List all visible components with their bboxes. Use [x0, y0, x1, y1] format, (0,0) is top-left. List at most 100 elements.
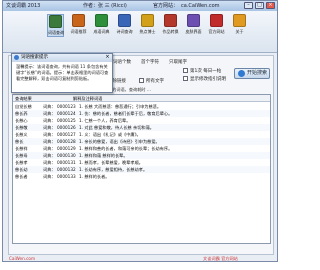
cell-pinyin: 词典：	[43, 104, 56, 109]
poem-icon	[118, 14, 131, 27]
search-tip-dialog: 词语搜索提示 × 温馨提示：该词语查询，共有词语 11 条包含有关键字“长慈”的…	[11, 53, 113, 93]
table-row[interactable]: 长慈孝 词典： 0000131 1. 慈而孝，长辈慈爱，晚辈孝顺。	[13, 159, 270, 166]
header-desc[interactable]: 解释及注释词语	[73, 95, 102, 102]
about-icon	[233, 14, 246, 27]
cell-word: 慈长幼	[15, 167, 28, 172]
table-row[interactable]: 长慈祥 词典： 0000129 1. 慈祥和善的长者，和蔼可亲的长辈；长幼有序。	[13, 145, 270, 152]
cell-id: 0000133	[57, 174, 76, 179]
cell-id: 0000127	[57, 132, 76, 137]
title-bar[interactable]: 文谈词霸 2013 作者：张 三 (Ricci) 官方网站： ca.CaiWen…	[3, 1, 277, 11]
toolbar-button-6[interactable]: 作品转换	[162, 14, 179, 35]
toolbar-label: 官方网站	[208, 29, 225, 34]
start-search-label: 开始搜索	[247, 70, 268, 76]
results-table: 查询结果 解释及注释词语 自觉长慈 词典： 0000123 1. 长慈 大而慈悲：慈悲…	[12, 94, 271, 244]
cell-pinyin: 词典：	[43, 111, 56, 116]
site-label: 官方网站：	[153, 3, 179, 9]
check-daily-label: 第1次 每日一帖	[190, 69, 222, 74]
table-row[interactable]: 慈长 词典： 0000128 1. 亲长的慈爱，语出《诗经》引申为慈爱。	[13, 138, 270, 145]
first-option[interactable]: 首个字符	[141, 59, 159, 65]
toolbar-button-4[interactable]: 诗词查询	[116, 14, 133, 35]
cell-pinyin: 词典：	[43, 132, 56, 137]
cell-desc: 1. 长慈 大而慈悲：慈悲通行；引申为慈悲。	[79, 104, 162, 109]
dictionary-icon	[49, 15, 62, 28]
check-daily[interactable]	[183, 68, 188, 73]
website-icon	[210, 14, 223, 27]
cell-desc: 1. 伤：慈的长者，慈者们长辈于后，敬育后辈心。	[79, 111, 173, 116]
toolbar-button-1[interactable]: 词语查询	[47, 14, 64, 37]
cell-pinyin: 词典：	[43, 153, 56, 158]
chars-option[interactable]: 词语个数	[113, 59, 131, 65]
table-row[interactable]: 慈长养 词典： 0000124 1. 伤：慈的长者，慈者们长辈于后，敬育后辈心。	[13, 110, 270, 117]
dialog-close-button[interactable]: ×	[104, 55, 111, 61]
dialog-body: 温馨提示：该词语查询，共有词语 11 条包含有关键字“长慈”的词语。提示：单击表…	[16, 64, 109, 81]
table-row[interactable]: 自觉长慈 词典： 0000123 1. 长慈 大而慈悲：慈悲通行；引申为慈悲。	[13, 103, 270, 110]
author-text: 作者：张 三 (Ricci)	[83, 3, 127, 9]
site-url[interactable]: ca.CaiWen.com	[181, 1, 220, 11]
check-all-text[interactable]	[139, 78, 144, 83]
header-word[interactable]: 查询结果	[15, 95, 32, 102]
close-button[interactable]: ×	[266, 2, 275, 9]
minimize-button[interactable]: –	[244, 2, 253, 9]
hotspot-icon	[141, 14, 154, 27]
toolbar-button-7[interactable]: 皮肤界面	[185, 14, 202, 35]
cell-desc: 1. 义：语出《礼记》或《中庸》。	[79, 132, 141, 137]
toolbar-button-5[interactable]: 热点博士	[139, 14, 156, 35]
dialog-title: 词语搜索提示	[21, 55, 48, 60]
app-title: 文谈词霸 2013	[6, 3, 41, 9]
toolbar-button-3[interactable]: 成语词典	[93, 14, 110, 35]
cell-pinyin: 词典：	[43, 160, 56, 165]
table-row[interactable]: 慈长者 词典： 0000133 1. 慈祥的长者。	[13, 173, 270, 180]
toolbar-label: 成语词典	[93, 29, 110, 34]
cell-desc: 1. 慈祥和善的长者，和蔼可亲的长辈；长幼有序。	[79, 146, 173, 151]
cell-id: 0000123	[57, 104, 76, 109]
cell-desc: 1. 慈而孝，长辈慈爱，晚辈孝顺。	[79, 160, 143, 165]
cell-desc: 1. 亲长的慈爱，语出《诗经》引申为慈爱。	[79, 139, 160, 144]
toolbar-button-9[interactable]: 关于	[231, 14, 248, 35]
table-row[interactable]: 长慈心 词典： 0000125 1. 仁慈一个人，养育后辈。	[13, 117, 270, 124]
cell-word: 慈长	[15, 139, 24, 144]
cell-desc: 1. 慈祥和蔼 慈祥的长辈。	[79, 153, 128, 158]
cell-pinyin: 词典：	[43, 146, 56, 151]
search-icon	[238, 70, 245, 77]
cell-desc: 1. 慈祥的长者。	[79, 174, 110, 179]
cell-id: 0000128	[57, 139, 76, 144]
toolbar-label: 皮肤界面	[185, 29, 202, 34]
cell-word: 长慈心	[15, 118, 28, 123]
maximize-button[interactable]: □	[255, 2, 264, 9]
cell-desc: 1. 对此 慈爱和敬，待人长慈 亲切和蔼。	[79, 125, 154, 130]
toolbar-label: 词语查询	[48, 30, 64, 35]
toolbar-button-2[interactable]: 词语推荐	[70, 14, 87, 35]
only-option[interactable]: 只取尾字	[169, 59, 187, 65]
toolbar-label: 关于	[235, 29, 244, 34]
footer-left[interactable]: CaiWen.com	[9, 255, 35, 262]
skin-icon	[187, 14, 200, 27]
cell-word: 长慈敬	[15, 125, 28, 130]
table-row[interactable]: 长慈母 词典： 0000130 1. 慈祥和蔼 慈祥的长辈。	[13, 152, 270, 159]
idiom-icon	[95, 14, 108, 27]
results-header: 查询结果 解释及注释词语	[13, 95, 270, 102]
cell-pinyin: 词典：	[43, 167, 56, 172]
cell-pinyin: 词典：	[43, 125, 56, 130]
cell-id: 0000126	[57, 125, 76, 130]
table-row[interactable]: 长慈义 词典： 0000127 1. 义：语出《礼记》或《中庸》。	[13, 131, 270, 138]
cell-word: 长慈孝	[15, 160, 28, 165]
all-text-label: 所有文字	[146, 79, 164, 84]
table-row[interactable]: 长慈敬 词典： 0000126 1. 对此 慈爱和敬，待人长慈 亲切和蔼。	[13, 124, 270, 131]
toolbar-label: 作品转换	[162, 29, 179, 34]
convert-icon	[164, 14, 177, 27]
cell-id: 0000132	[57, 167, 76, 172]
app-window: 文谈词霸 2013 作者：张 三 (Ricci) 官方网站： ca.CaiWen…	[2, 0, 278, 262]
table-row[interactable]: 慈长幼 词典： 0000132 1. 长幼有序，慈爱相待，长慈幼孝。	[13, 166, 270, 173]
cell-word: 长慈祥	[15, 146, 28, 151]
cell-word: 长慈义	[15, 132, 28, 137]
toolbar: 词语查询 词语推荐 成语词典 诗词查询 热点博士 作品转换 皮肤界面 官方网站 关于	[3, 11, 277, 53]
footer-right[interactable]: 文谈词霸 官方网站	[203, 255, 238, 262]
check-guide[interactable]	[183, 76, 188, 81]
cell-id: 0000124	[57, 111, 76, 116]
start-search-button[interactable]: 开始搜索	[234, 68, 270, 79]
cell-id: 0000125	[57, 118, 76, 123]
dialog-title-bar: 词语搜索提示	[12, 54, 112, 62]
cell-word: 自觉长慈	[15, 104, 32, 109]
toolbar-label: 热点博士	[139, 29, 156, 34]
toolbar-button-8[interactable]: 官方网站	[208, 14, 225, 35]
